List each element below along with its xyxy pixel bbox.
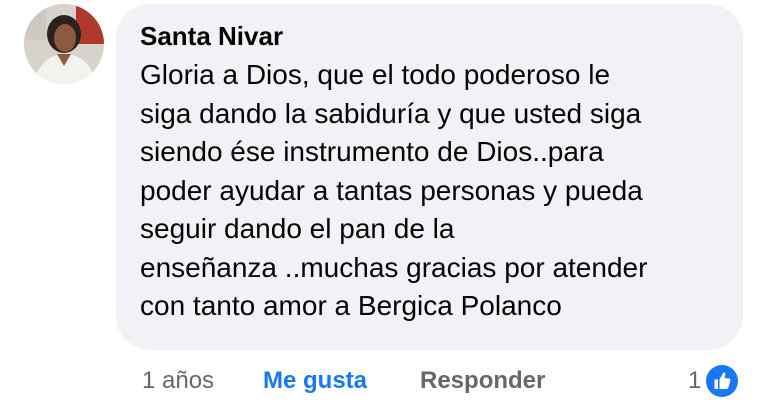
comment-text-line: Gloria a Dios, que el todo poderoso le [140, 59, 611, 90]
avatar[interactable] [24, 4, 104, 84]
comment-text: Gloria a Dios, que el todo poderoso le s… [140, 56, 723, 326]
comment-text-line: con tanto amor a Bergica Polanco [140, 290, 562, 321]
thumbs-up-icon [704, 363, 741, 399]
reaction-count: 1 [688, 367, 702, 394]
comment-timestamp[interactable]: 1 años [142, 363, 214, 399]
comment-text-line: siendo ése instrumento de Dios..para [140, 136, 604, 167]
like-button[interactable]: Me gusta [263, 363, 367, 399]
comment-bubble: Santa Nivar Gloria a Dios, que el todo p… [116, 4, 743, 350]
comment-text-line: siga dando la sabiduría y que usted siga [140, 97, 642, 129]
profile-photo [24, 4, 104, 84]
comment-author[interactable]: Santa Nivar [140, 19, 723, 53]
comment-text-line: poder ayudar a tantas personas y pueda [140, 174, 643, 206]
reply-button[interactable]: Responder [420, 363, 545, 399]
comment-text-line: enseñanza ..muchas gracias por atender [140, 251, 648, 283]
comment-text-line: seguir dando el pan de la [140, 213, 455, 244]
reaction-summary[interactable]: 1 [688, 361, 741, 401]
